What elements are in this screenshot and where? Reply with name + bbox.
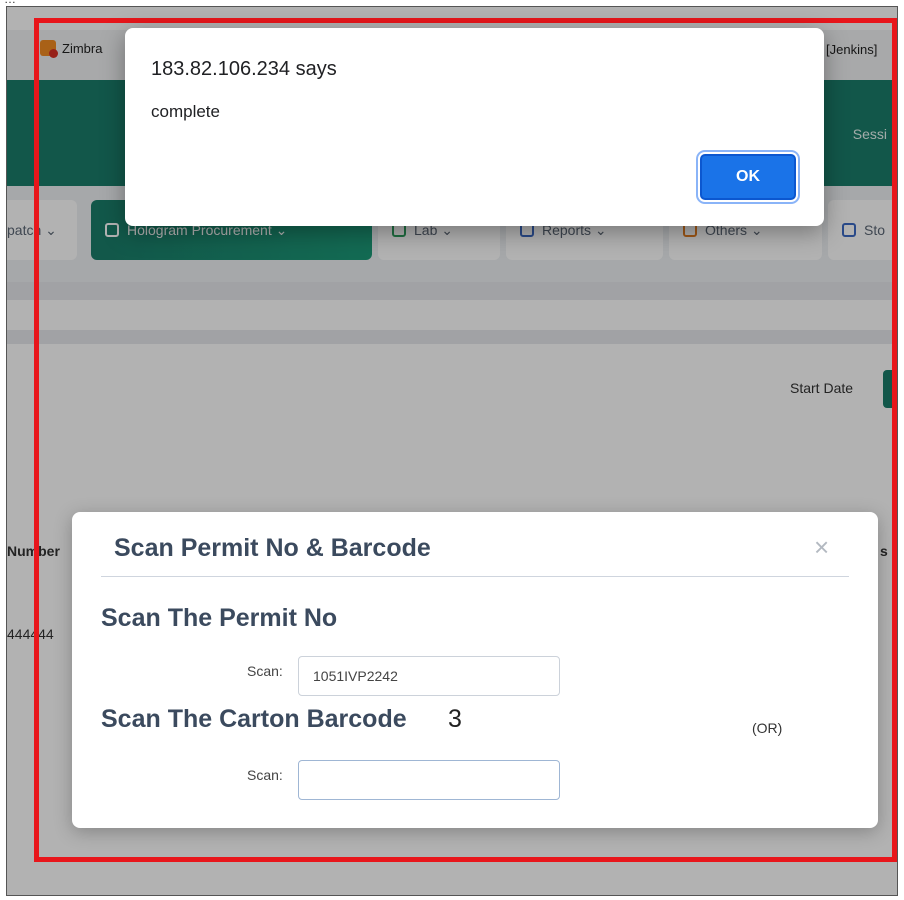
carton-section-title: Scan The Carton Barcode [101, 705, 407, 733]
permit-scan-label: Scan: [247, 663, 283, 679]
alert-title: 183.82.106.234 says [151, 58, 337, 80]
or-label: (OR) [752, 720, 783, 736]
permit-scan-input[interactable] [298, 656, 560, 696]
browser-alert-dialog: 183.82.106.234 says complete OK [125, 28, 824, 226]
carton-count: 3 [448, 705, 462, 733]
carton-scan-label: Scan: [247, 767, 283, 783]
modal-title: Scan Permit No & Barcode [114, 534, 431, 562]
modal-divider [101, 576, 849, 577]
carton-scan-input[interactable] [298, 760, 560, 800]
close-icon[interactable]: × [814, 534, 829, 560]
url-bar-fragment: … [0, 0, 904, 7]
permit-section-title: Scan The Permit No [101, 604, 338, 632]
alert-message: complete [151, 102, 220, 121]
ok-button[interactable]: OK [700, 154, 796, 200]
scan-modal: Scan Permit No & Barcode × Scan The Perm… [72, 512, 878, 828]
